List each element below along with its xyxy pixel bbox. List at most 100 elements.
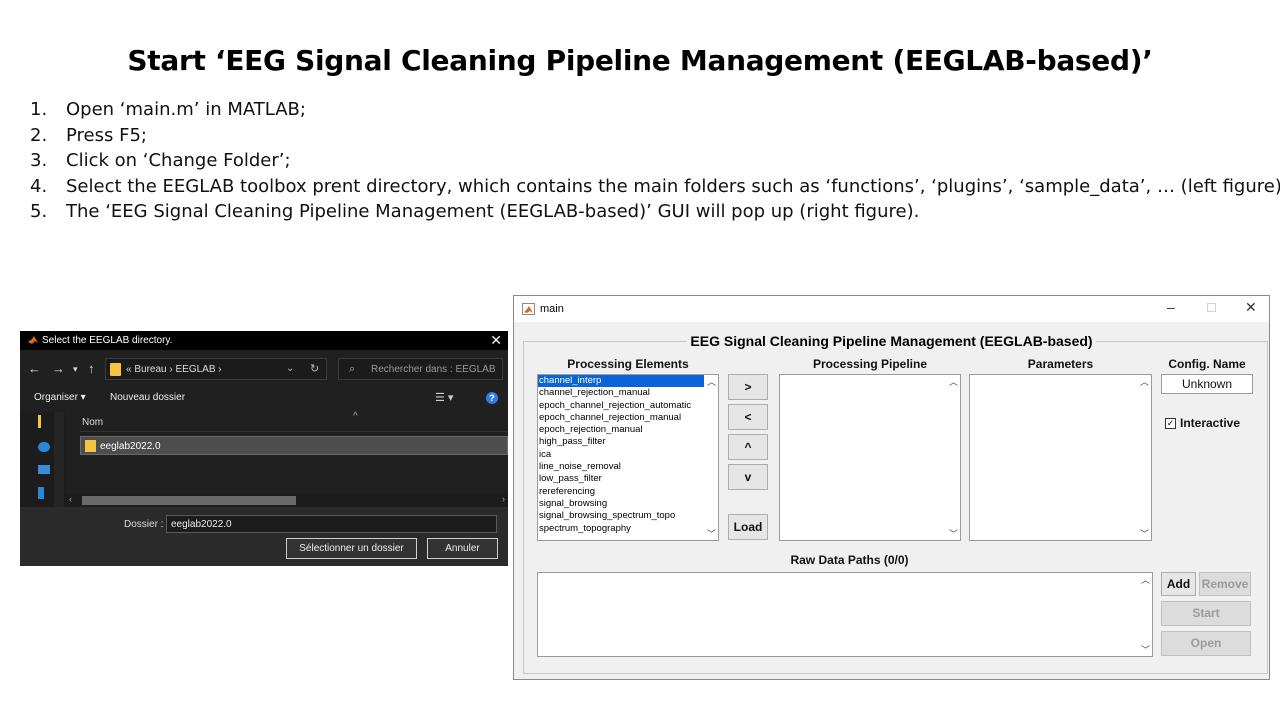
chevron-down-icon[interactable]: ▾	[73, 364, 78, 375]
address-bar[interactable]: « Bureau › EEGLAB › ⌄ ↻	[105, 358, 327, 380]
select-folder-button[interactable]: Sélectionner un dossier	[286, 538, 417, 559]
interactive-checkbox[interactable]: ✓	[1165, 418, 1176, 429]
processing-pipeline-header: Processing Pipeline	[812, 357, 928, 371]
scrollbar[interactable]: ︿ ﹀	[946, 375, 960, 540]
panel-title: EEG Signal Cleaning Pipeline Management …	[514, 333, 1269, 349]
step-item: 1. Open ‘main.m’ in MATLAB;	[30, 97, 1280, 123]
scroll-down-icon[interactable]: ﹀	[1140, 527, 1149, 540]
step-item: 4. Select the EEGLAB toolbox prent direct…	[30, 174, 1280, 200]
list-item[interactable]: low_pass_filter	[538, 473, 718, 485]
search-icon: ⌕	[349, 363, 356, 375]
scroll-left-icon[interactable]: ‹	[69, 494, 72, 504]
help-icon[interactable]: ?	[486, 392, 498, 404]
step-text: Click on ‘Change Folder’;	[66, 150, 291, 171]
column-name: Nom	[82, 417, 104, 428]
folder-field-value: eeglab2022.0	[171, 519, 232, 530]
breadcrumb: « Bureau › EEGLAB ›	[126, 364, 222, 375]
remove-button[interactable]: Remove	[1199, 572, 1251, 596]
step-text: The ‘EEG Signal Cleaning Pipeline Manage…	[66, 201, 920, 222]
step-item: 2. Press F5;	[30, 123, 1280, 149]
forward-arrow-icon[interactable]: →	[52, 361, 65, 376]
search-box[interactable]: ⌕ Rechercher dans : EEGLAB	[338, 358, 503, 380]
scroll-down-icon[interactable]: ﹀	[1141, 643, 1150, 656]
close-icon[interactable]: ✕	[490, 332, 502, 349]
list-item[interactable]: ica	[538, 449, 718, 461]
scrollbar[interactable]: ︿ ﹀	[1137, 375, 1151, 540]
maximize-icon[interactable]: ☐	[1206, 301, 1217, 315]
load-button[interactable]: Load	[728, 514, 768, 540]
window-title: main	[540, 303, 564, 315]
processing-pipeline-list[interactable]: ︿ ﹀	[779, 374, 961, 541]
remove-from-pipeline-button[interactable]: <	[728, 404, 768, 430]
horizontal-scrollbar[interactable]: ‹ ›	[65, 493, 508, 507]
list-item[interactable]: channel_rejection_manual	[538, 387, 718, 399]
config-name-field[interactable]: Unknown	[1161, 374, 1253, 394]
list-item[interactable]: spectrum_topography	[538, 523, 718, 535]
folder-field[interactable]: eeglab2022.0	[166, 515, 497, 533]
processing-elements-list[interactable]: channel_interp channel_rejection_manual ep…	[537, 374, 719, 541]
raw-data-paths-label: Raw Data Paths (0/0)	[790, 553, 909, 567]
onedrive-icon[interactable]	[38, 442, 50, 452]
scroll-up-icon[interactable]: ︿	[1140, 375, 1149, 388]
scroll-up-icon[interactable]: ︿	[707, 375, 716, 388]
dialog-navbar: ← → ▾ ↑ « Bureau › EEGLAB › ⌄ ↻ ⌕ Recher…	[20, 357, 508, 381]
cancel-button[interactable]: Annuler	[427, 538, 498, 559]
list-item[interactable]: epoch_channel_rejection_automatic	[538, 400, 718, 412]
list-item[interactable]: high_pass_filter	[538, 436, 718, 448]
list-item[interactable]: signal_browsing_spectrum_topo	[538, 510, 718, 522]
add-button[interactable]: Add	[1161, 572, 1196, 596]
drive-icon[interactable]	[38, 487, 44, 499]
step-item: 5. The ‘EEG Signal Cleaning Pipeline Mana…	[30, 199, 1280, 225]
quick-access-icon[interactable]	[38, 415, 41, 428]
dialog-titlebar: Select the EEGLAB directory. ✕	[20, 331, 508, 350]
up-arrow-icon[interactable]: ↑	[88, 361, 95, 376]
list-item[interactable]: channel_interp	[538, 375, 704, 388]
scroll-right-icon[interactable]: ›	[502, 494, 505, 504]
matlab-logo-icon	[28, 336, 38, 344]
chevron-down-icon[interactable]: ⌄	[286, 363, 294, 374]
raw-data-paths-list[interactable]: ︿ ﹀	[537, 572, 1153, 657]
list-item[interactable]: rereferencing	[538, 486, 718, 498]
this-pc-icon[interactable]	[38, 465, 50, 474]
list-item[interactable]: line_noise_removal	[538, 461, 718, 473]
refresh-icon[interactable]: ↻	[310, 362, 319, 375]
minimize-icon[interactable]: –	[1167, 299, 1175, 315]
step-number: 5.	[30, 201, 48, 222]
scroll-down-icon[interactable]: ﹀	[707, 527, 716, 540]
folder-label: Dossier :	[124, 519, 164, 530]
scrollbar[interactable]	[54, 412, 64, 507]
step-number: 3.	[30, 150, 48, 171]
parameters-list[interactable]: ︿ ﹀	[969, 374, 1152, 541]
dialog-toolbar: Organiser ▾ Nouveau dossier ☰ ▾ ?	[20, 389, 508, 407]
step-number: 2.	[30, 124, 48, 146]
step-number: 1.	[30, 99, 48, 120]
column-header[interactable]: Nom ^	[80, 411, 508, 432]
processing-elements-items: channel_interp channel_rejection_manual ep…	[538, 375, 718, 535]
list-item[interactable]: eeglab2022.0	[80, 436, 508, 455]
new-folder-button[interactable]: Nouveau dossier	[110, 392, 185, 403]
interactive-label: Interactive	[1180, 416, 1241, 430]
scroll-up-icon[interactable]: ︿	[949, 375, 958, 388]
list-item[interactable]: signal_browsing	[538, 498, 718, 510]
move-down-button[interactable]: v	[728, 464, 768, 490]
list-item[interactable]: epoch_channel_rejection_manual	[538, 412, 718, 424]
start-button[interactable]: Start	[1161, 601, 1251, 626]
scrollbar-thumb[interactable]	[82, 496, 296, 505]
folder-name: eeglab2022.0	[100, 441, 161, 452]
view-options-icon[interactable]: ☰ ▾	[435, 391, 453, 404]
folder-icon	[110, 363, 121, 376]
organize-menu[interactable]: Organiser ▾	[34, 392, 86, 403]
close-icon[interactable]: ✕	[1245, 299, 1257, 316]
open-button[interactable]: Open	[1161, 631, 1251, 656]
dialog-title: Select the EEGLAB directory.	[42, 335, 173, 346]
back-arrow-icon[interactable]: ←	[28, 361, 41, 376]
scroll-down-icon[interactable]: ﹀	[949, 527, 958, 540]
scrollbar[interactable]: ︿ ﹀	[704, 375, 718, 540]
scroll-up-icon[interactable]: ︿	[1141, 573, 1150, 586]
move-up-button[interactable]: ^	[728, 434, 768, 460]
sort-arrow-icon: ^	[353, 411, 358, 422]
list-item[interactable]: epoch_rejection_manual	[538, 424, 718, 436]
add-to-pipeline-button[interactable]: >	[728, 374, 768, 400]
scrollbar[interactable]: ︿ ﹀	[1138, 573, 1152, 656]
window-titlebar: main – ☐ ✕	[514, 296, 1269, 322]
